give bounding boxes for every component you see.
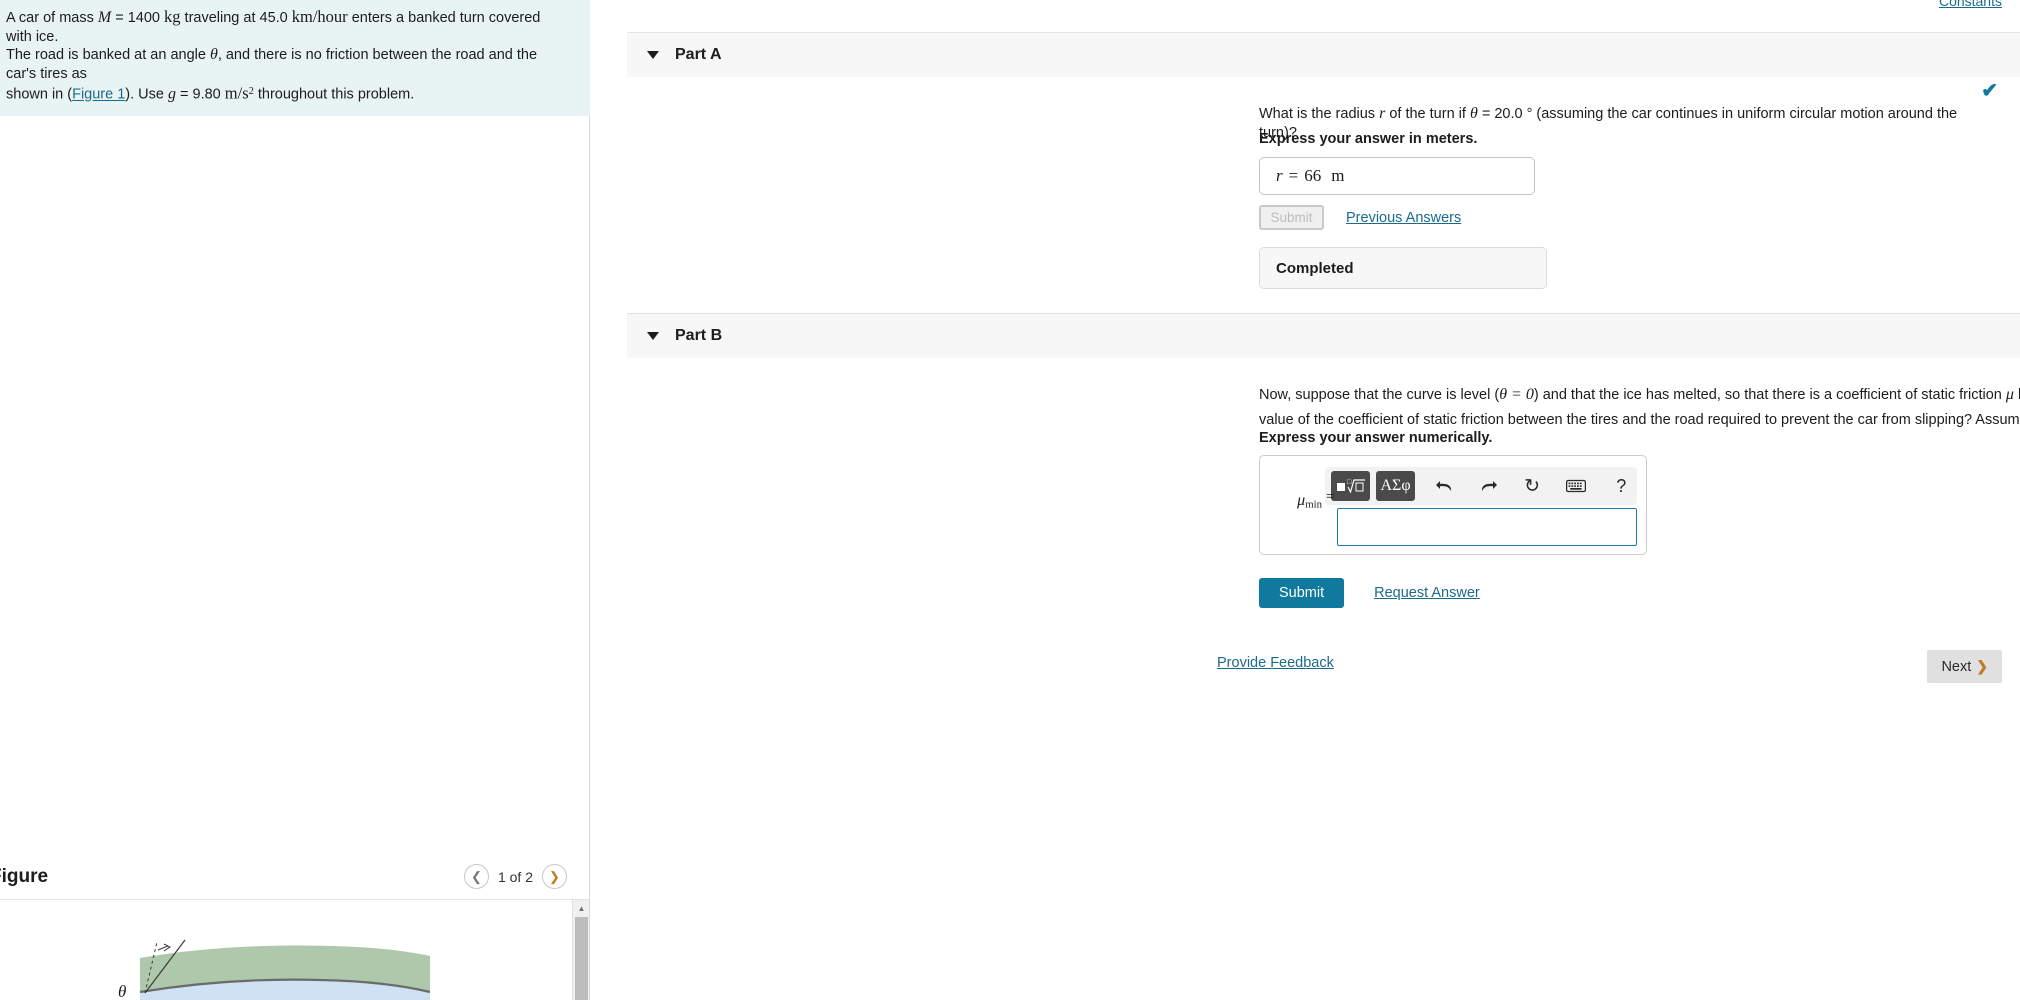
part-b-answer-equals: = [1326,489,1335,505]
radical-template-icon: □ [1336,478,1365,494]
provide-feedback-link[interactable]: Provide Feedback [1217,655,1334,671]
problem-text-2a: The road is banked at an angle [6,47,210,63]
left-panel: A car of mass M = 1400 kg traveling at 4… [0,0,590,1000]
angle-arrow-icon [157,943,171,952]
math-template-button[interactable]: □ [1331,471,1371,501]
banked-turn-illustration: θ [118,939,431,1000]
redo-icon[interactable] [1473,471,1505,501]
main-content: Constants Part A ✔ What is the radius r … [591,0,2020,1000]
constants-link[interactable]: Constants [1939,0,2002,9]
mass-symbol: M [97,9,112,26]
next-button-label: Next [1941,658,1972,675]
part-a-previous-answers-link[interactable]: Previous Answers [1346,210,1461,226]
chevron-left-icon: ❮ [471,868,482,884]
problem-text-3b: ). Use [125,86,168,103]
part-b-header[interactable]: Part B [627,313,2020,358]
part-a-submit-button[interactable]: Submit [1259,205,1324,230]
figure-1-link[interactable]: Figure 1 [72,87,125,103]
problem-text-3a: shown in ( [6,86,73,103]
mu-symbol: μ [2005,386,2014,403]
help-icon[interactable]: ? [1605,471,1637,501]
figure-body: θ ▲ [0,900,589,1000]
figure-panel-title: Figure [0,866,49,887]
part-b-instruction-text: Express your answer numerically. [1259,430,1493,446]
scroll-up-icon[interactable]: ▲ [573,900,589,917]
undo-arrow-icon [1435,481,1451,491]
collapse-caret-icon[interactable] [647,332,659,340]
kmh-unit: km/hour [291,7,348,26]
math-toolbar: □ ΑΣφ ↻ ? [1325,467,1637,505]
part-a-correct-check-icon: ✔ [1981,80,1998,102]
part-b-answer-widget: □ ΑΣφ ↻ ? μmin = [1259,455,1647,555]
part-a-q-1: What is the radius [1259,106,1380,122]
svg-text:□: □ [1347,478,1352,486]
problem-text-3d: throughout this problem. [253,86,415,103]
theta-angle-label: θ [118,982,126,1000]
part-a-answer-var: r [1276,166,1283,185]
part-a-answer-equals: = [1288,166,1299,185]
part-b-question: Now, suppose that the curve is level (θ … [1259,385,2020,430]
part-a-instruction-text: Express your answer in meters. [1259,131,1478,147]
part-b-q-3: between the road and the car's tires as … [2014,387,2020,403]
theta-symbol: θ [209,46,218,63]
keyboard-icon[interactable] [1560,471,1592,501]
figure-counter: 1 of 2 [497,868,533,885]
gravity-symbol: g [168,85,176,103]
part-a-header[interactable]: Part A [627,32,2020,77]
problem-text-1c: traveling at 45.0 [180,10,292,26]
reset-icon[interactable]: ↻ [1516,471,1548,501]
problem-line-2: The road is banked at an angle θ, and th… [6,46,570,83]
part-a-status-badge: Completed [1259,247,1547,289]
on-screen-keyboard-icon [1565,479,1586,493]
part-b-label: Part B [675,327,723,344]
problem-page: A car of mass M = 1400 kg traveling at 4… [0,0,2020,1000]
math-entry-widget: □ ΑΣφ ↻ ? μmin = [1259,455,1647,555]
undo-icon[interactable] [1429,471,1461,501]
collapse-caret-icon[interactable] [647,51,659,59]
next-button[interactable]: Next ❯ [1927,650,2002,683]
part-b-submit-button[interactable]: Submit [1259,578,1345,608]
mu-input-symbol: μ [1297,492,1306,509]
problem-line-1: A car of mass M = 1400 kg traveling at 4… [6,7,570,46]
problem-text-1a: A car of mass [6,10,98,26]
part-b-q-2: ) and that the ice has melted, so that t… [1533,387,2006,403]
part-a-answer-display: r = 66 m [1259,157,1535,195]
figure-panel: Figure ❮ 1 of 2 ❯ θ ▲ [0,855,589,1000]
part-b-q-6: static friction between the tires and th… [1423,411,2020,428]
figure-scrollbar[interactable]: ▲ [572,900,589,1000]
chevron-right-icon: ❯ [549,868,560,884]
part-a-answer-row: r = 66 m [1259,157,1535,195]
part-a-q-2: of the turn if [1385,106,1470,122]
part-a-answer-value: 66 [1304,166,1322,185]
part-b-instruction: Express your answer numerically. [1259,430,1492,446]
scrollbar-thumb[interactable] [575,917,588,1000]
part-b-answer-variable: μmin [1272,492,1322,511]
part-a-theta-symbol: θ [1469,105,1478,122]
redo-arrow-icon [1482,481,1498,491]
problem-text-1b: = 1400 [111,10,165,26]
part-b-question-text: Now, suppose that the curve is level (θ … [1259,385,2020,430]
part-a-label: Part A [675,46,722,63]
problem-line-3: shown in (Figure 1). Use g = 9.80 m/s2 t… [6,83,570,104]
part-a-status: Completed [1259,247,1547,289]
figure-header: Figure ❮ 1 of 2 ❯ [0,855,589,900]
figure-prev-button[interactable]: ❮ [463,864,489,889]
part-b-answer-input[interactable] [1337,508,1637,546]
part-b-request-answer-link[interactable]: Request Answer [1374,585,1480,601]
figure-navigation: ❮ 1 of 2 ❯ [463,864,567,889]
ms2-unit: m/s [224,83,249,103]
part-b-actions: Submit Request Answer [1259,578,1480,608]
theta-equals-zero: θ = 0 [1499,386,1534,403]
kg-unit: kg [164,7,181,26]
mu-input-subscript: min [1305,498,1322,511]
part-a-actions: Submit Previous Answers [1259,205,1461,230]
part-a-answer-unit: m [1331,166,1345,185]
part-b-q-1: Now, suppose that the curve is level ( [1259,387,1500,403]
part-a-instruction: Express your answer in meters. [1259,131,1477,147]
greek-symbols-button[interactable]: ΑΣφ [1376,471,1416,501]
problem-text-3c: = 9.80 [176,86,225,103]
problem-statement: A car of mass M = 1400 kg traveling at 4… [0,0,590,117]
chevron-right-icon: ❯ [1976,658,1988,674]
figure-next-button[interactable]: ❯ [542,864,567,889]
